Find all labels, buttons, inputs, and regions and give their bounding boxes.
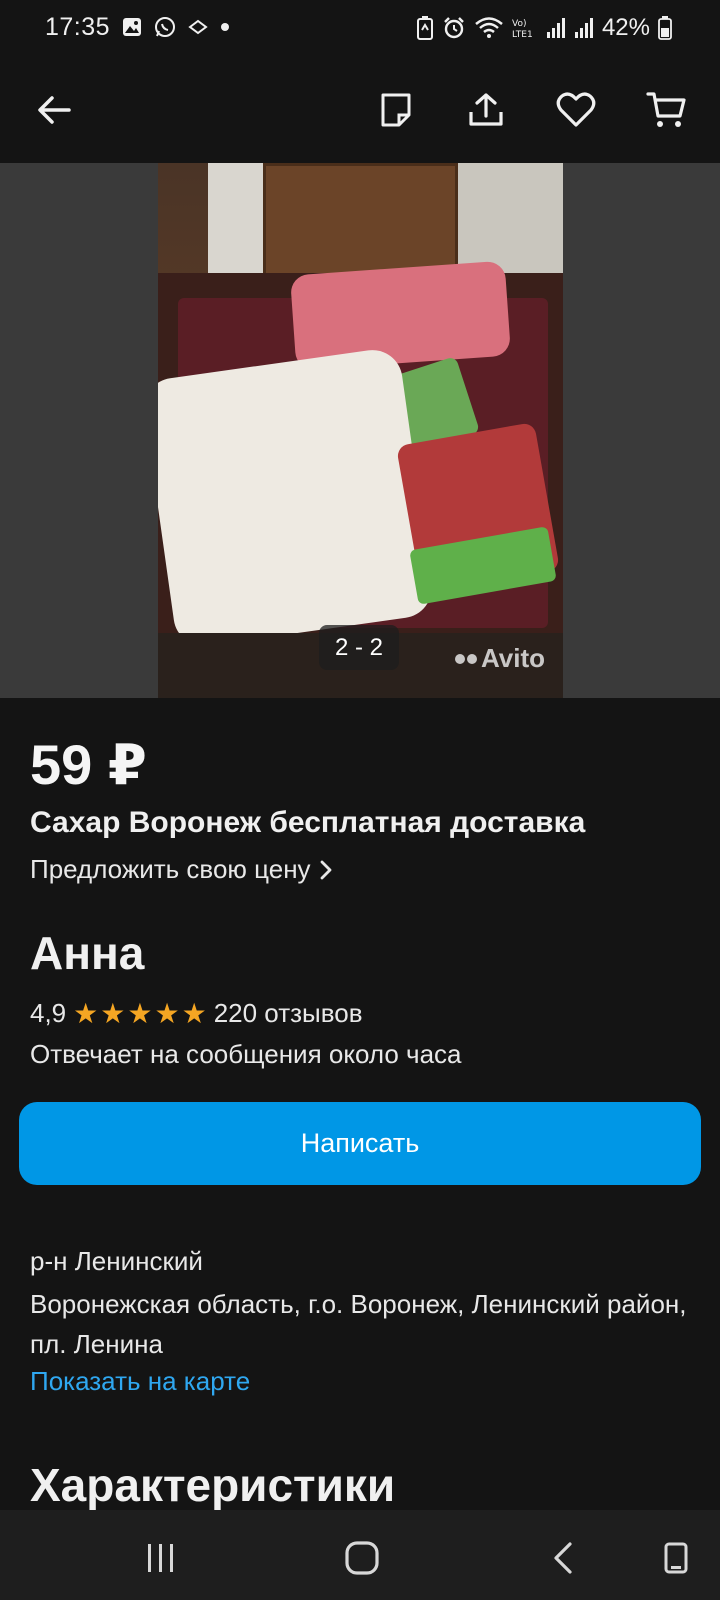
system-icons: Vo) LTE1 42% [416, 14, 672, 42]
rating-stars: ★ ★ ★ ★ ★ [73, 997, 207, 1029]
star-icon: ★ [154, 997, 180, 1029]
star-icon: ★ [127, 997, 153, 1029]
star-icon: ★ [100, 997, 126, 1029]
dot-icon [220, 22, 230, 32]
photo-gallery[interactable]: 2 - 2 Avito [0, 163, 720, 698]
back-icon[interactable] [533, 1528, 593, 1588]
wifi-icon [474, 16, 504, 40]
gallery-icon [122, 17, 142, 37]
star-icon: ★ [181, 997, 207, 1029]
show-on-map-link[interactable]: Показать на карте [30, 1366, 250, 1397]
volte-icon: Vo) LTE1 [512, 16, 538, 40]
battery-icon [658, 16, 672, 40]
notification-icons [122, 16, 230, 38]
offer-price-link[interactable]: Предложить свою цену [30, 854, 333, 885]
characteristics-heading: Характеристики [30, 1459, 396, 1511]
app-icon [188, 19, 208, 35]
app-toolbar [0, 58, 720, 163]
note-icon[interactable] [366, 80, 426, 140]
back-arrow-icon[interactable] [24, 80, 84, 140]
recent-apps-icon[interactable] [131, 1528, 191, 1588]
seller-rating[interactable]: 4,9 ★ ★ ★ ★ ★ 220 отзывов [30, 998, 363, 1029]
cart-icon[interactable] [636, 80, 696, 140]
write-message-button[interactable]: Написать [19, 1102, 701, 1185]
alarm-icon [442, 16, 466, 40]
listing-price: 59 ₽ [30, 733, 147, 796]
reviews-count: 220 отзывов [213, 998, 363, 1028]
listing-title: Сахар Воронеж бесплатная доставка [30, 806, 586, 839]
offer-price-label: Предложить свою цену [30, 854, 311, 884]
star-icon: ★ [73, 997, 99, 1029]
svg-text:LTE1: LTE1 [512, 30, 533, 40]
watermark-text: Avito [481, 643, 546, 673]
home-icon[interactable] [332, 1528, 392, 1588]
avito-logo-icon [455, 653, 477, 664]
response-time: Отвечает на сообщения около часа [30, 1039, 462, 1069]
keyboard-toggle-icon[interactable] [646, 1528, 706, 1588]
whatsapp-icon [154, 16, 176, 38]
photo-counter: 2 - 2 [319, 625, 399, 670]
share-icon[interactable] [456, 80, 516, 140]
product-photo[interactable] [158, 163, 563, 698]
status-time: 17:35 [45, 13, 111, 41]
status-bar: 17:35 Vo) LTE1 42% [0, 0, 720, 58]
seller-name[interactable]: Анна [30, 926, 144, 980]
battery-percent: 42% [601, 14, 650, 41]
location-district: р-н Ленинский [30, 1246, 203, 1276]
signal-icon [546, 17, 566, 39]
chevron-right-icon [319, 859, 333, 881]
system-nav-bar [0, 1510, 720, 1600]
signal-icon [574, 17, 594, 39]
battery-saver-icon [416, 16, 434, 40]
location-address: Воронежская область, г.о. Воронеж, Ленин… [30, 1289, 687, 1359]
avito-watermark: Avito [455, 643, 545, 674]
rating-value: 4,9 [30, 998, 67, 1028]
svg-text:Vo): Vo) [512, 19, 526, 29]
heart-icon[interactable] [546, 80, 606, 140]
